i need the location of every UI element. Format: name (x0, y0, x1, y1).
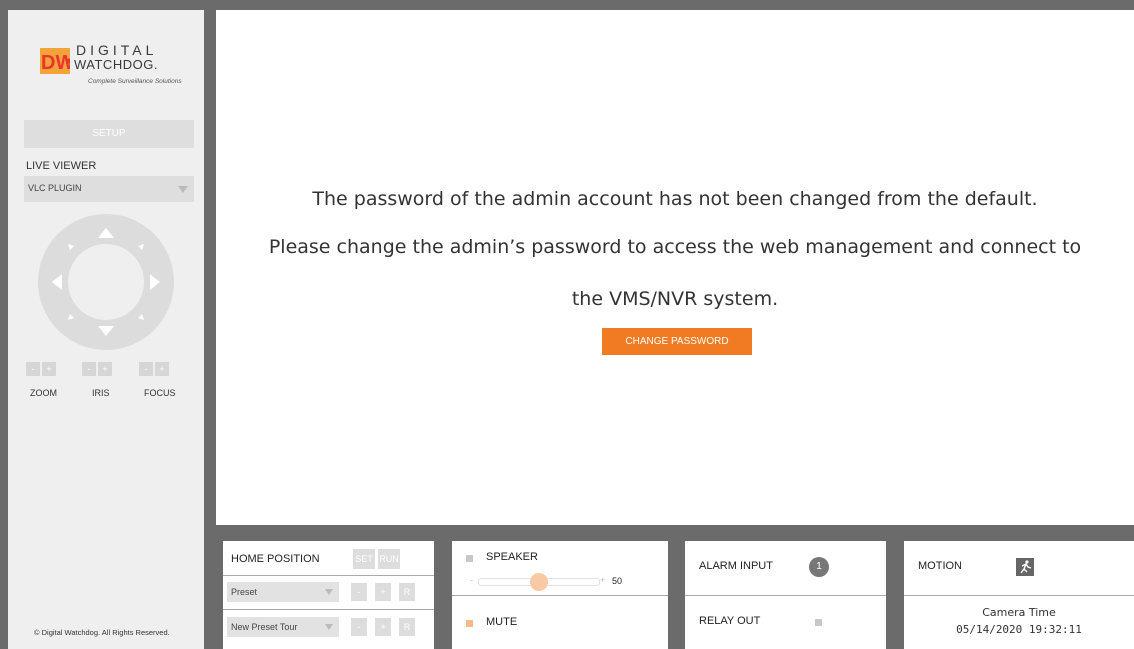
mute-checkbox-icon[interactable] (466, 620, 473, 627)
focus-near-button[interactable]: - (139, 362, 153, 376)
preset-select-value: Preset (231, 587, 258, 597)
camera-time-value: 05/14/2020 19:32:11 (956, 623, 1082, 636)
speaker-label: SPEAKER (486, 551, 538, 563)
iris-label: IRIS (92, 388, 110, 398)
iris-open-button[interactable]: + (98, 362, 112, 376)
password-warning-line3: the VMS/NVR system. (571, 288, 779, 310)
change-password-button[interactable]: CHANGE PASSWORD (602, 328, 752, 355)
camera-time-label: Camera Time (982, 606, 1056, 619)
motion-runner-icon (1016, 558, 1034, 576)
alarm-relay-panel: ALARM INPUT 1 RELAY OUT (685, 541, 886, 649)
dropdown-arrow-icon (178, 186, 188, 193)
alarm-input-badge: 1 (809, 557, 829, 577)
copyright-text: © Digital Watchdog. All Rights Reserved. (34, 628, 170, 637)
logo-tagline: Complete Surveillance Solutions (88, 78, 182, 85)
preset-r-button[interactable]: R (399, 583, 415, 601)
mute-label: MUTE (486, 616, 518, 628)
focus-label: FOCUS (144, 388, 176, 398)
password-warning-line1: The password of the admin account has no… (312, 188, 1038, 210)
preset-plus-button[interactable]: + (375, 583, 391, 601)
preset-tour-select-value: New Preset Tour (231, 622, 298, 632)
zoom-label: ZOOM (30, 388, 57, 398)
tour-plus-button[interactable]: + (375, 618, 391, 636)
logo-digital-text: DIGITAL (76, 42, 158, 58)
logo-watchdog-text: WATCHDOG. (74, 57, 158, 72)
volume-plus-label: + (600, 575, 606, 585)
volume-slider[interactable] (478, 573, 600, 591)
iris-close-button[interactable]: - (82, 362, 96, 376)
live-viewer-select-value: VLC PLUGIN (28, 183, 82, 193)
speaker-checkbox-icon[interactable] (466, 555, 473, 562)
company-logo: DW DIGITAL WATCHDOG. Complete Surveillan… (40, 40, 190, 102)
home-set-button[interactable]: SET (353, 549, 375, 569)
dropdown-arrow-icon (325, 624, 333, 630)
dropdown-arrow-icon (325, 589, 333, 595)
ptz-control-ring (38, 214, 174, 350)
volume-minus-label: - (470, 575, 473, 585)
focus-far-button[interactable]: + (155, 362, 169, 376)
zoom-out-button[interactable]: - (26, 362, 40, 376)
main-content: The password of the admin account has no… (216, 10, 1134, 525)
volume-value: 50 (612, 576, 623, 586)
relay-out-checkbox-icon[interactable] (815, 619, 822, 626)
motion-time-panel: MOTION Camera Time 05/14/2020 19:32:11 (904, 541, 1134, 649)
audio-panel: SPEAKER - + 50 MUTE (452, 541, 668, 649)
svg-text:DW: DW (41, 52, 70, 74)
relay-out-label: RELAY OUT (699, 615, 761, 627)
home-run-button[interactable]: RUN (378, 549, 400, 569)
dw-logo-icon: DW (40, 48, 70, 74)
sidebar: DW DIGITAL WATCHDOG. Complete Surveillan… (8, 10, 204, 649)
motion-label: MOTION (918, 560, 962, 572)
alarm-input-label: ALARM INPUT (699, 560, 773, 572)
live-viewer-label: LIVE VIEWER (26, 160, 97, 172)
zoom-in-button[interactable]: + (42, 362, 56, 376)
home-position-label: HOME POSITION (231, 553, 320, 565)
volume-slider-knob[interactable] (530, 573, 548, 591)
tour-r-button[interactable]: R (399, 618, 415, 636)
setup-button[interactable]: SETUP (24, 120, 194, 148)
live-viewer-select[interactable]: VLC PLUGIN (24, 176, 194, 202)
preset-select[interactable]: Preset (227, 582, 339, 602)
preset-tour-select[interactable]: New Preset Tour (227, 617, 339, 637)
tour-minus-button[interactable]: - (351, 618, 367, 636)
password-warning-line2: Please change the admin’s password to ac… (268, 236, 1082, 258)
preset-minus-button[interactable]: - (351, 583, 367, 601)
home-position-panel: HOME POSITION SET RUN Preset - + R New P… (223, 541, 434, 649)
